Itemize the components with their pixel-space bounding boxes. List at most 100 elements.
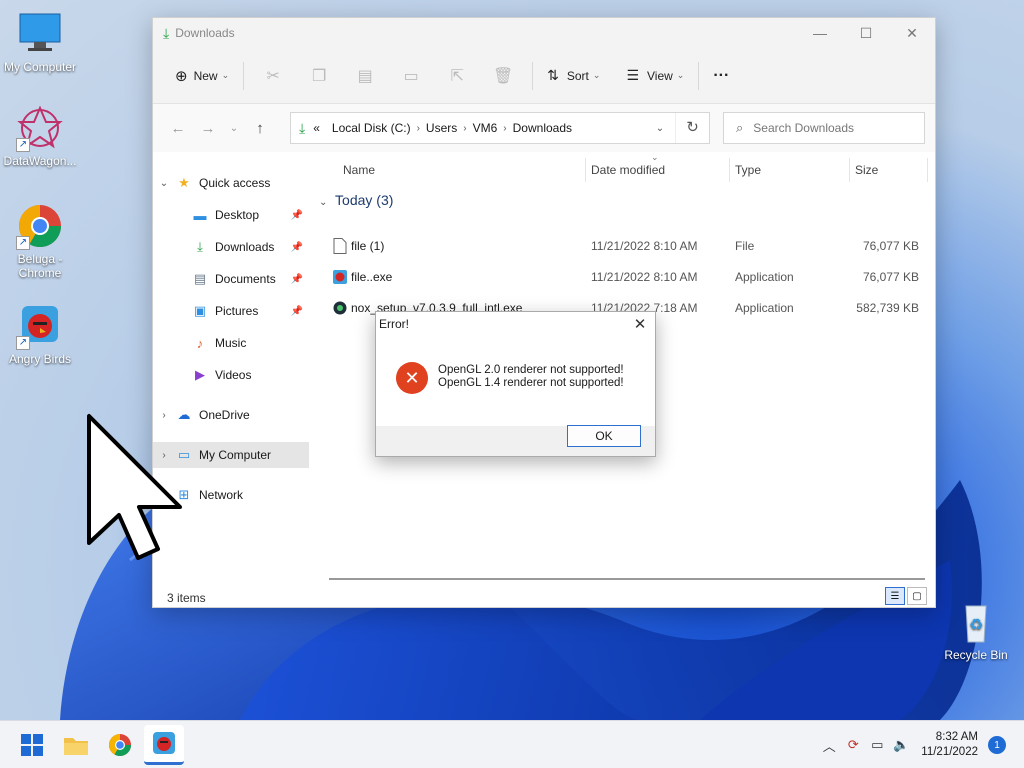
desktop-icon-angry-birds[interactable]: ↗ Angry Birds [0,302,80,366]
view-toggle: ☰ ▢ [885,587,927,605]
ok-button[interactable]: OK [567,425,641,447]
shortcut-arrow-icon: ↗ [16,236,30,250]
list-view-icon: ☰ [626,67,639,83]
back-button[interactable]: ← [163,120,193,137]
update-sync-icon[interactable]: ⟳ [841,737,865,753]
desktop-icon-datawagon[interactable]: ↗ DataWagon... [0,104,80,168]
dialog-title: Error! [379,317,409,331]
recent-locations-button[interactable]: ⌄ [223,123,245,134]
view-button[interactable]: ☰ View ⌄ [618,60,692,92]
command-bar: ⊕ New ⌄ ✂ ❐ ▤ ▭ ⇱ 🗑 ⇅ Sort ⌄ ☰ View ⌄ ··… [153,48,935,104]
folder-icon [64,737,88,755]
maximize-button[interactable]: ☐ [843,18,889,48]
chevron-down-icon: ⌄ [159,177,169,189]
minimize-button[interactable]: — [797,18,843,48]
file-list: Name Date modified ⌄ Type Size ⌄ Today (… [313,152,935,315]
search-box[interactable]: ⌕ Search Downloads [723,112,925,144]
status-item-count: 3 items [167,591,206,605]
horizontal-scrollbar[interactable] [329,578,925,580]
dialog-titlebar[interactable]: Error! ✕ [376,312,655,336]
taskbar-file-explorer[interactable] [56,725,96,765]
chrome-icon: ↗ [16,202,64,250]
taskbar-angry-birds[interactable] [144,724,184,765]
angry-birds-icon [153,732,175,754]
nav-item-desktop[interactable]: ▬ Desktop 📌 [153,202,309,228]
breadcrumb-users[interactable]: Users [426,121,457,135]
trash-icon: 🗑 [492,67,514,85]
breadcrumb-overflow[interactable]: « [313,121,320,135]
speaker-icon[interactable]: 🔈 [889,737,913,753]
window-titlebar[interactable]: ⤓ Downloads — ☐ ✕ [153,18,935,48]
search-placeholder: Search Downloads [753,121,855,135]
breadcrumb-local-disk[interactable]: Local Disk (C:) [332,121,411,135]
refresh-button[interactable]: ↻ [675,113,709,143]
desktop-icon-recycle-bin[interactable]: ♻ Recycle Bin [936,598,1016,662]
paste-button[interactable]: ▤ [342,60,388,92]
chrome-icon [109,733,131,756]
clock[interactable]: 8:32 AM 11/21/2022 [921,730,978,760]
nav-item-music[interactable]: ♪ Music [153,330,309,356]
file-row[interactable]: file..exe 11/21/2022 8:10 AM Application… [313,263,933,291]
star-icon: ★ [178,175,190,190]
error-dialog: Error! ✕ ✕ OpenGL 2.0 renderer not suppo… [375,311,656,457]
chevron-down-icon: ⌄ [676,70,685,80]
share-button[interactable]: ⇱ [434,60,480,92]
desktop-icon-my-computer[interactable]: My Computer [0,10,80,74]
sort-button[interactable]: ⇅ Sort ⌄ [539,60,608,92]
details-view-button[interactable]: ☰ [885,587,905,605]
download-arrow-icon: ⤓ [197,239,203,254]
chevron-down-icon: ⌄ [221,70,230,80]
breadcrumb-vm6[interactable]: VM6 [473,121,498,135]
copy-icon: ❐ [311,67,327,85]
nav-item-documents[interactable]: ▤ Documents 📌 [153,266,309,292]
close-button[interactable]: ✕ [889,18,935,48]
toolbar-divider [532,61,534,90]
datawagon-icon: ↗ [16,104,64,152]
address-dropdown-button[interactable]: ⌄ [645,123,675,134]
forward-button[interactable]: → [193,120,223,137]
chevron-up-icon[interactable]: ︿ [817,736,841,755]
column-name[interactable]: Name [343,163,375,177]
up-button[interactable]: ↑ [245,120,275,137]
more-options-button[interactable]: ··· [705,60,737,92]
file-row[interactable]: file (1) 11/21/2022 8:10 AM File 76,077 … [313,232,933,260]
download-arrow-icon: ⤓ [163,24,170,41]
rename-button[interactable]: ▭ [388,60,434,92]
start-button[interactable] [12,725,52,765]
document-icon: ▤ [193,271,207,286]
nav-item-videos[interactable]: ▶ Videos [153,362,309,388]
music-icon: ♪ [196,335,204,351]
group-header-today[interactable]: ⌄ Today (3) [319,192,393,208]
toolbar-divider [698,61,700,90]
clipboard-icon: ▤ [357,67,373,85]
column-type[interactable]: Type [735,163,761,177]
nav-quick-access[interactable]: ⌄ ★ Quick access [153,170,309,196]
share-icon: ⇱ [450,67,464,85]
address-bar[interactable]: ⤓ « Local Disk (C:) › Users › VM6 › Down… [290,112,710,144]
chevron-down-icon: ⌄ [592,70,601,80]
nav-item-pictures[interactable]: ▣ Pictures 📌 [153,298,309,324]
dialog-message: OpenGL 2.0 renderer not supported! OpenG… [438,364,624,389]
column-date-modified[interactable]: Date modified [591,163,665,177]
cut-button[interactable]: ✂ [250,60,296,92]
nav-item-downloads[interactable]: ⤓ Downloads 📌 [153,234,309,260]
network-monitor-icon[interactable]: ▭ [865,737,889,753]
svg-text:♻: ♻ [969,617,983,634]
tiles-view-button[interactable]: ▢ [907,587,927,605]
toolbar-divider [243,61,245,90]
download-arrow-icon: ⤓ [299,119,306,136]
desktop-icon-beluga-chrome[interactable]: ↗ Beluga - Chrome [0,202,80,280]
dialog-close-button[interactable]: ✕ [625,315,655,333]
delete-button[interactable]: 🗑 [480,60,526,92]
new-button[interactable]: ⊕ New ⌄ [167,60,237,92]
taskbar-chrome[interactable] [100,725,140,765]
shortcut-arrow-icon: ↗ [16,138,30,152]
breadcrumb-downloads[interactable]: Downloads [513,121,572,135]
video-icon: ▶ [195,367,205,382]
search-icon: ⌕ [736,120,744,135]
copy-button[interactable]: ❐ [296,60,342,92]
column-size[interactable]: Size [855,163,878,177]
clock-time: 8:32 AM [935,731,978,743]
notification-badge[interactable]: 1 [988,736,1006,754]
system-tray: ︿ ⟳ ▭ 🔈 8:32 AM 11/21/2022 1 [817,721,1024,768]
